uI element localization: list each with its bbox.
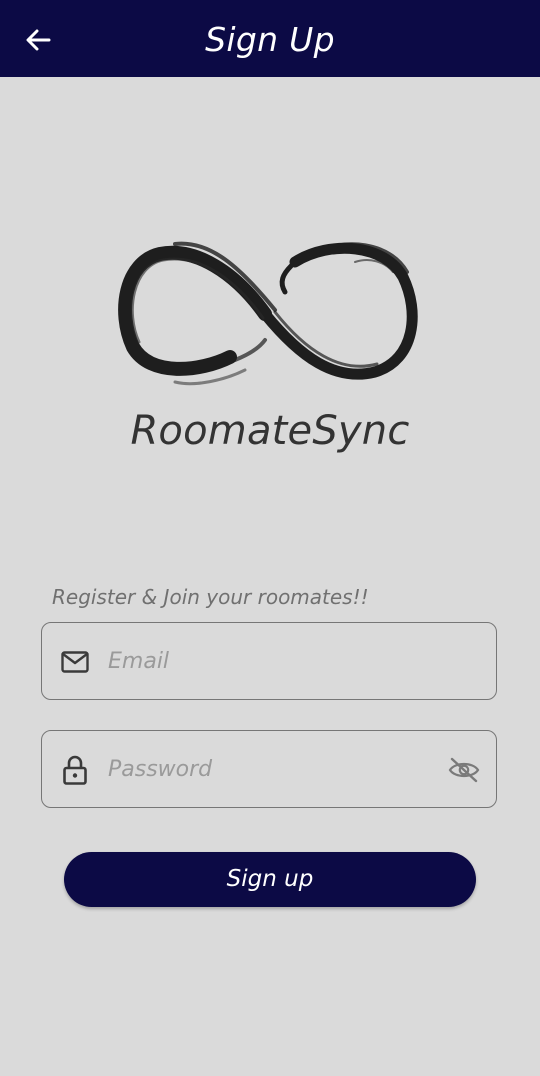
password-field[interactable] <box>41 730 497 808</box>
eye-off-icon[interactable] <box>448 755 480 785</box>
app-bar: Sign Up <box>0 0 540 77</box>
lock-icon <box>60 755 90 785</box>
email-field[interactable] <box>41 622 497 700</box>
form-subtitle: Register & Join your roomates!! <box>52 585 369 609</box>
email-input[interactable] <box>108 623 438 699</box>
password-input[interactable] <box>108 731 438 807</box>
mail-icon <box>60 648 90 676</box>
page-title: Sign Up <box>205 20 335 59</box>
sign-up-button[interactable]: Sign up <box>64 852 476 907</box>
infinity-brush-logo <box>115 232 425 392</box>
brand-name: RoomateSync <box>130 408 410 454</box>
